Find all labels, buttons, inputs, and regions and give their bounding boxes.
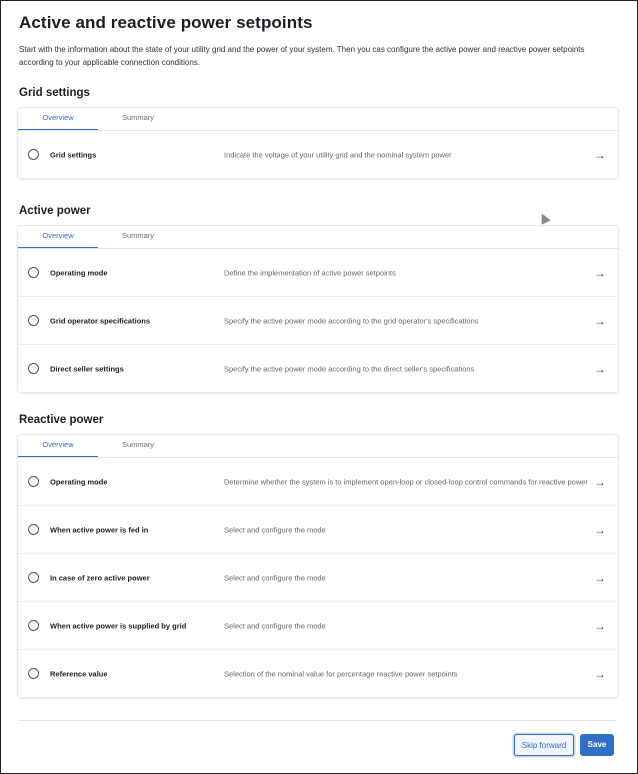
intro-text: Start with the information about the sta…	[19, 45, 585, 67]
row-label: Operating mode	[50, 268, 108, 277]
arrow-right-icon[interactable]: →	[594, 266, 606, 280]
footer-divider	[18, 720, 616, 721]
row-label: Reference value	[50, 669, 108, 678]
row-description: Define the implementation of active powe…	[224, 268, 396, 277]
radio-unchecked-icon[interactable]	[28, 619, 39, 631]
row-label: Grid operator specifications	[50, 316, 151, 325]
grid-settings-card: Overview Summary Grid settings Indicate t…	[18, 108, 618, 178]
list-item[interactable]: When active power is fed in Select and co…	[18, 506, 618, 554]
window-frame: Active and reactive power setpoints Star…	[0, 0, 638, 774]
tab-bar: Overview Summary	[18, 108, 618, 131]
tab-bar: Overview Summary	[18, 226, 618, 249]
save-button[interactable]: Save	[580, 734, 614, 756]
radio-unchecked-icon[interactable]	[28, 314, 39, 326]
active-power-list: Operating mode Define the implementation …	[18, 249, 618, 392]
list-item[interactable]: Reference value Selection of the nominal …	[18, 650, 618, 697]
list-item[interactable]: Grid settings Indicate the voltage of you…	[18, 131, 618, 178]
section-title-reactive: Reactive power	[19, 414, 104, 426]
row-description: Selection of the nominal value for perce…	[224, 669, 458, 678]
row-label: Direct seller settings	[50, 364, 124, 373]
list-item[interactable]: Direct seller settings Specify the active…	[18, 345, 618, 392]
row-description: Select and configure the mode	[224, 573, 326, 582]
tab-overview[interactable]: Overview	[18, 108, 98, 130]
row-label: Grid settings	[50, 150, 97, 159]
mouse-pointer-icon	[537, 211, 551, 225]
reactive-power-card: Overview Summary Operating mode Determine…	[18, 435, 618, 697]
row-description: Determine whether the system is to imple…	[224, 477, 588, 486]
tab-overview[interactable]: Overview	[18, 435, 98, 457]
tab-summary[interactable]: Summary	[98, 108, 178, 129]
row-description: Specify the active power mode according …	[224, 364, 475, 373]
arrow-right-icon[interactable]: →	[594, 523, 606, 537]
skip-forward-button[interactable]: Skip forward	[514, 734, 574, 756]
row-label: When active power is fed in	[50, 525, 149, 534]
row-description: Select and configure the mode	[224, 621, 326, 630]
radio-unchecked-icon[interactable]	[28, 571, 39, 583]
radio-unchecked-icon[interactable]	[28, 667, 39, 679]
row-label: Operating mode	[50, 477, 108, 486]
arrow-right-icon[interactable]: →	[594, 667, 606, 681]
active-power-card: Overview Summary Operating mode Define th…	[18, 226, 618, 392]
list-item[interactable]: Operating mode Determine whether the syst…	[18, 458, 618, 506]
row-description: Select and configure the mode	[224, 525, 326, 534]
tab-overview[interactable]: Overview	[18, 226, 98, 248]
tab-bar: Overview Summary	[18, 435, 618, 458]
row-description: Indicate the voltage of your utility gri…	[224, 150, 452, 159]
arrow-right-icon[interactable]: →	[594, 362, 606, 376]
radio-unchecked-icon[interactable]	[28, 266, 39, 278]
radio-unchecked-icon[interactable]	[28, 475, 39, 487]
arrow-right-icon[interactable]: →	[594, 571, 606, 585]
row-description: Specify the active power mode according …	[224, 316, 479, 325]
radio-unchecked-icon[interactable]	[28, 362, 39, 374]
arrow-right-icon[interactable]: →	[594, 475, 606, 489]
reactive-power-list: Operating mode Determine whether the syst…	[18, 458, 618, 697]
list-item[interactable]: Grid operator specifications Specify the …	[18, 297, 618, 345]
grid-settings-list: Grid settings Indicate the voltage of you…	[18, 131, 618, 178]
arrow-right-icon[interactable]: →	[594, 314, 606, 328]
section-title-grid: Grid settings	[19, 87, 90, 99]
row-label: When active power is supplied by grid	[50, 621, 187, 630]
tab-summary[interactable]: Summary	[98, 435, 178, 456]
radio-unchecked-icon[interactable]	[28, 523, 39, 535]
tab-summary[interactable]: Summary	[98, 226, 178, 247]
arrow-right-icon[interactable]: →	[594, 148, 606, 162]
page-title: Active and reactive power setpoints	[19, 13, 313, 32]
row-label: In case of zero active power	[50, 573, 150, 582]
section-title-active: Active power	[19, 205, 91, 217]
list-item[interactable]: In case of zero active power Select and c…	[18, 554, 618, 602]
list-item[interactable]: When active power is supplied by grid Sel…	[18, 602, 618, 650]
list-item[interactable]: Operating mode Define the implementation …	[18, 249, 618, 297]
arrow-right-icon[interactable]: →	[594, 619, 606, 633]
radio-unchecked-icon[interactable]	[28, 148, 39, 160]
